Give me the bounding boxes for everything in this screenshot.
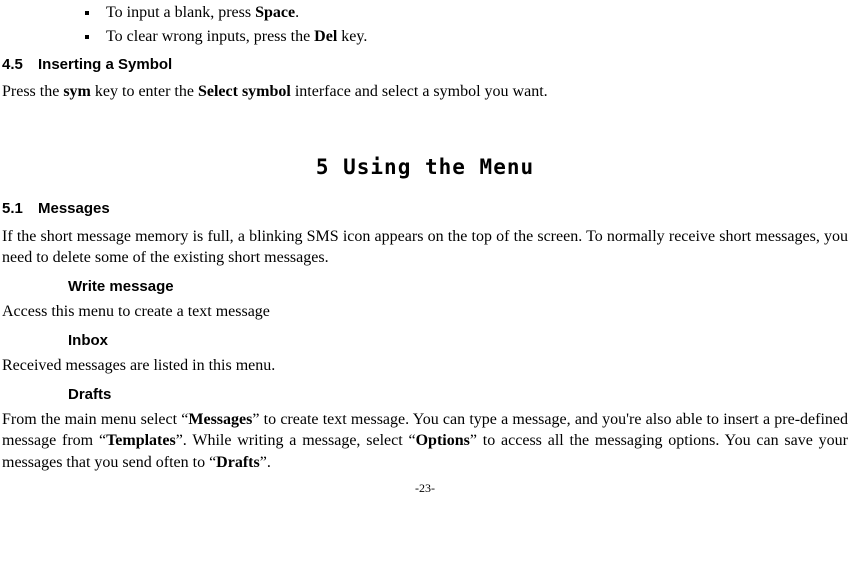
text: ”. [260,454,271,471]
section-heading-4-5: 4.5Inserting a Symbol [2,55,848,75]
bold-text: Templates [106,432,176,449]
paragraph: Press the sym key to enter the Select sy… [2,81,848,103]
text: key. [337,28,367,45]
section-number: 4.5 [2,55,38,75]
bullet-list: To input a blank, press Space. To clear … [2,2,848,47]
section-title: Messages [38,200,110,217]
paragraph: Received messages are listed in this men… [2,355,848,377]
bold-text: Space [255,4,295,21]
section-title: Inserting a Symbol [38,56,172,73]
bold-text: Del [314,28,337,45]
text: To clear wrong inputs, press the [106,28,314,45]
subheading-drafts: Drafts [68,385,848,405]
bold-text: Drafts [216,454,260,471]
bold-text: Messages [188,411,252,428]
paragraph: Access this menu to create a text messag… [2,301,848,323]
text: ”. While writing a message, select “ [176,432,416,449]
text: Press the [2,83,63,100]
list-item: To input a blank, press Space. [100,2,848,24]
text: . [295,4,299,21]
section-heading-5-1: 5.1Messages [2,199,848,219]
page-number: -23- [2,480,848,496]
bold-text: Select symbol [198,83,291,100]
subheading-inbox: Inbox [68,331,848,351]
text: key to enter the [91,83,198,100]
section-number: 5.1 [2,199,38,219]
chapter-heading: 5 Using the Menu [2,153,848,181]
text: From the main menu select “ [2,411,188,428]
paragraph: If the short message memory is full, a b… [2,226,848,269]
bold-text: sym [63,83,91,100]
paragraph: From the main menu select “Messages” to … [2,409,848,474]
subheading-write-message: Write message [68,277,848,297]
bold-text: Options [416,432,470,449]
text: interface and select a symbol you want. [291,83,548,100]
text: To input a blank, press [106,4,255,21]
list-item: To clear wrong inputs, press the Del key… [100,26,848,48]
